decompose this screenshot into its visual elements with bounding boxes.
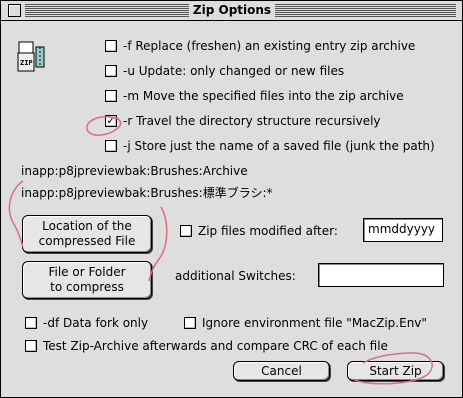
- checkbox-test-archive[interactable]: [25, 340, 37, 352]
- option-move[interactable]: -m Move the specified files into the zip…: [105, 89, 404, 103]
- title-bar[interactable]: Zip Options: [1, 1, 462, 21]
- option-freshen-label: -f Replace (freshen) an existing entry z…: [123, 39, 416, 53]
- switches-field[interactable]: [318, 263, 444, 287]
- checkbox-ignore-env[interactable]: [184, 317, 196, 329]
- location-button[interactable]: Location of the compressed File: [22, 215, 152, 253]
- switches-label: additional Switches:: [175, 269, 296, 283]
- test-archive-option[interactable]: Test Zip-Archive afterwards and compare …: [25, 339, 388, 353]
- logo-text: ZIP: [20, 59, 33, 67]
- data-fork-option[interactable]: -df Data fork only: [25, 316, 148, 330]
- file-or-folder-button[interactable]: File or Folder to compress: [22, 261, 152, 299]
- date-field[interactable]: mmddyyyy: [363, 218, 443, 242]
- title-stripes-right: [275, 4, 456, 17]
- option-recursive-label: -r Travel the directory structure recurs…: [123, 114, 381, 128]
- ignore-env-option[interactable]: Ignore environment file "MacZip.Env": [184, 316, 427, 330]
- zip-options-dialog: Zip Options ZIP -f Replace (freshen) an …: [0, 0, 463, 398]
- source-path: inapp:p8jpreviewbak:Brushes:標準ブラシ:*: [21, 186, 273, 200]
- date-filter-option[interactable]: Zip files modified after:: [180, 224, 338, 238]
- cancel-button[interactable]: Cancel: [233, 361, 330, 381]
- option-freshen[interactable]: -f Replace (freshen) an existing entry z…: [105, 39, 415, 53]
- start-zip-button[interactable]: Start Zip: [347, 361, 444, 381]
- option-move-label: -m Move the specified files into the zip…: [123, 89, 404, 103]
- option-update-label: -u Update: only changed or new files: [123, 64, 345, 78]
- test-archive-label: Test Zip-Archive afterwards and compare …: [43, 339, 388, 353]
- data-fork-label: -df Data fork only: [43, 316, 149, 330]
- date-filter-label: Zip files modified after:: [198, 224, 338, 238]
- checkbox-move[interactable]: [105, 90, 117, 102]
- window-title: Zip Options: [189, 3, 275, 17]
- checkbox-update[interactable]: [105, 65, 117, 77]
- close-box-icon[interactable]: [8, 4, 21, 17]
- option-update[interactable]: -u Update: only changed or new files: [105, 64, 344, 78]
- checkbox-freshen[interactable]: [105, 40, 117, 52]
- checkbox-data-fork[interactable]: [25, 317, 37, 329]
- zip-logo-icon: ZIP: [17, 41, 45, 72]
- ignore-env-label: Ignore environment file "MacZip.Env": [202, 316, 427, 330]
- checkbox-junk-path[interactable]: [105, 140, 117, 152]
- checkbox-recursive[interactable]: ✓: [105, 115, 117, 127]
- option-recursive[interactable]: ✓ -r Travel the directory structure recu…: [105, 114, 381, 128]
- checkbox-date-filter[interactable]: [180, 225, 192, 237]
- title-stripes-left: [25, 4, 189, 17]
- option-junk-path[interactable]: -j Store just the name of a saved file (…: [105, 139, 435, 153]
- archive-path: inapp:p8jpreviewbak:Brushes:Archive: [21, 164, 248, 178]
- option-junk-path-label: -j Store just the name of a saved file (…: [123, 139, 435, 153]
